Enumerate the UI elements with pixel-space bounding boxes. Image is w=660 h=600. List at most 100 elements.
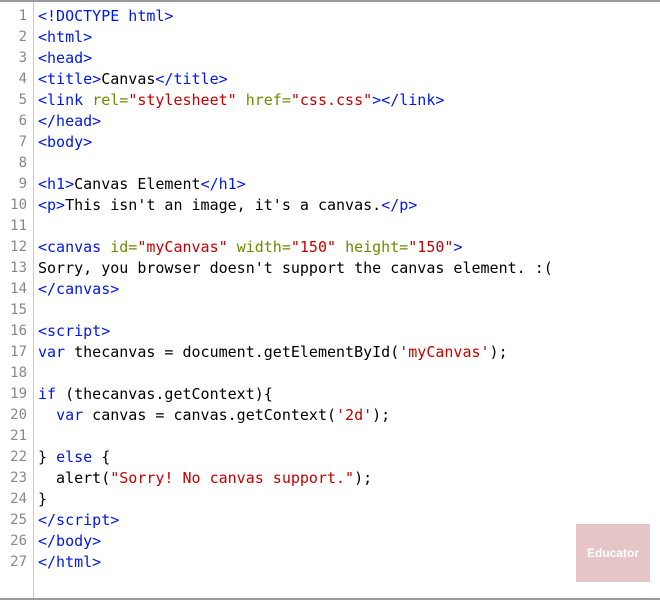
code-token: </canvas> <box>38 280 119 298</box>
code-token: </p> <box>381 196 417 214</box>
code-token: var <box>38 343 65 361</box>
code-line[interactable]: <h1>Canvas Element</h1> <box>38 174 660 195</box>
code-token <box>38 406 56 424</box>
line-number: 6 <box>0 111 33 132</box>
code-line[interactable]: <p>This isn't an image, it's a canvas.</… <box>38 195 660 216</box>
code-token: href= <box>246 91 291 109</box>
code-token: </html> <box>38 553 101 571</box>
line-number: 26 <box>0 531 33 552</box>
code-line[interactable] <box>38 426 660 447</box>
code-token: </link> <box>381 91 444 109</box>
code-token: "150" <box>291 238 336 256</box>
code-token <box>336 238 345 256</box>
code-token: ); <box>372 406 390 424</box>
educator-watermark: Educator <box>576 524 650 582</box>
code-line[interactable]: </head> <box>38 111 660 132</box>
code-token: var <box>56 406 83 424</box>
line-number: 22 <box>0 447 33 468</box>
code-line[interactable] <box>38 216 660 237</box>
code-line[interactable]: <script> <box>38 321 660 342</box>
code-token: </h1> <box>201 175 246 193</box>
line-number: 17 <box>0 342 33 363</box>
line-number: 27 <box>0 552 33 573</box>
code-token <box>101 238 110 256</box>
code-line[interactable]: } else { <box>38 447 660 468</box>
code-line[interactable]: alert("Sorry! No canvas support."); <box>38 468 660 489</box>
code-token <box>237 91 246 109</box>
code-line[interactable]: <title>Canvas</title> <box>38 69 660 90</box>
line-number: 25 <box>0 510 33 531</box>
code-token: > <box>372 91 381 109</box>
code-token <box>83 91 92 109</box>
line-number: 2 <box>0 27 33 48</box>
code-line[interactable]: </script> <box>38 510 660 531</box>
code-line[interactable]: if (thecanvas.getContext){ <box>38 384 660 405</box>
code-token: ); <box>354 469 372 487</box>
code-line[interactable] <box>38 300 660 321</box>
line-number: 11 <box>0 216 33 237</box>
code-token: Canvas Element <box>74 175 200 193</box>
code-token <box>228 238 237 256</box>
line-number: 3 <box>0 48 33 69</box>
code-line[interactable] <box>38 363 660 384</box>
code-token: canvas = canvas.getContext( <box>83 406 336 424</box>
code-line[interactable]: <html> <box>38 27 660 48</box>
code-token: This isn't an image, it's a canvas. <box>65 196 381 214</box>
line-number: 13 <box>0 258 33 279</box>
code-token: <h1> <box>38 175 74 193</box>
code-token: "myCanvas" <box>137 238 227 256</box>
code-token: <html> <box>38 28 92 46</box>
line-number: 21 <box>0 426 33 447</box>
code-line[interactable]: var thecanvas = document.getElementById(… <box>38 342 660 363</box>
line-number: 12 <box>0 237 33 258</box>
code-token: '2d' <box>336 406 372 424</box>
code-editor[interactable]: 1234567891011121314151617181920212223242… <box>0 0 660 600</box>
code-line[interactable]: Sorry, you browser doesn't support the c… <box>38 258 660 279</box>
line-number: 9 <box>0 174 33 195</box>
code-token: } <box>38 448 56 466</box>
line-number: 23 <box>0 468 33 489</box>
code-token: "stylesheet" <box>128 91 236 109</box>
code-line[interactable]: } <box>38 489 660 510</box>
code-token: </head> <box>38 112 101 130</box>
code-line[interactable]: <link rel="stylesheet" href="css.css"></… <box>38 90 660 111</box>
code-line[interactable]: <canvas id="myCanvas" width="150" height… <box>38 237 660 258</box>
line-number: 20 <box>0 405 33 426</box>
code-line[interactable]: </html> <box>38 552 660 573</box>
code-line[interactable]: <head> <box>38 48 660 69</box>
code-token: rel= <box>92 91 128 109</box>
code-token: if <box>38 385 56 403</box>
code-line[interactable]: <body> <box>38 132 660 153</box>
code-line[interactable] <box>38 153 660 174</box>
watermark-label: Educator <box>587 546 639 560</box>
code-token: <script> <box>38 322 110 340</box>
line-number: 15 <box>0 300 33 321</box>
code-token: <head> <box>38 49 92 67</box>
code-line[interactable]: </body> <box>38 531 660 552</box>
code-line[interactable]: </canvas> <box>38 279 660 300</box>
code-token: </script> <box>38 511 119 529</box>
code-token: ); <box>490 343 508 361</box>
line-number: 1 <box>0 6 33 27</box>
code-token: alert( <box>38 469 110 487</box>
line-number: 24 <box>0 489 33 510</box>
line-number: 14 <box>0 279 33 300</box>
code-token: Sorry, you browser doesn't support the c… <box>38 259 553 277</box>
code-token: <link <box>38 91 83 109</box>
code-token: else <box>56 448 92 466</box>
line-number: 7 <box>0 132 33 153</box>
code-token: id= <box>110 238 137 256</box>
code-token: <p> <box>38 196 65 214</box>
line-number-gutter: 1234567891011121314151617181920212223242… <box>0 2 34 598</box>
code-token: 'myCanvas' <box>399 343 489 361</box>
line-number: 18 <box>0 363 33 384</box>
code-token: (thecanvas.getContext){ <box>56 385 273 403</box>
line-number: 5 <box>0 90 33 111</box>
code-token: <canvas <box>38 238 101 256</box>
code-line[interactable]: var canvas = canvas.getContext('2d'); <box>38 405 660 426</box>
code-area[interactable]: <!DOCTYPE html><html> <head> <title>Canvas… <box>34 2 660 598</box>
code-line[interactable]: <!DOCTYPE html> <box>38 6 660 27</box>
code-token: </title> <box>155 70 227 88</box>
code-token: </body> <box>38 532 101 550</box>
code-token: "150" <box>408 238 453 256</box>
